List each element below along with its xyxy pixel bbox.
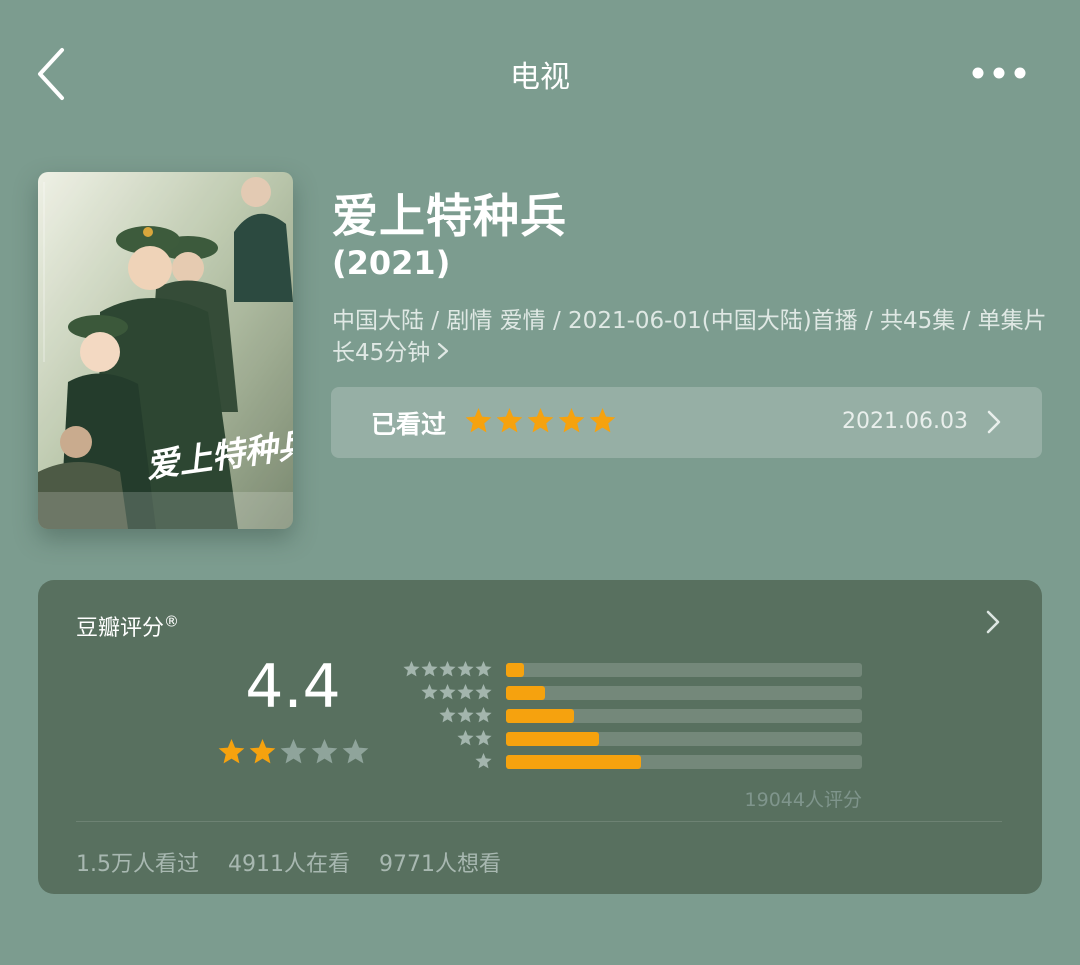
star-filled-icon bbox=[218, 739, 245, 764]
rating-bar-track bbox=[506, 755, 862, 769]
poster-image[interactable]: 爱上特种兵 bbox=[38, 172, 293, 529]
audience-stats: 1.5万人看过 4911人在看 9771人想看 bbox=[76, 846, 523, 878]
douban-score-stars bbox=[218, 738, 369, 769]
star-empty-icon bbox=[475, 661, 492, 677]
more-horizontal-icon bbox=[972, 67, 1026, 79]
rating-count: 19044人评分 bbox=[744, 789, 862, 811]
rating-bar-fill bbox=[506, 663, 524, 677]
star-empty-icon bbox=[475, 707, 492, 723]
star-empty-icon bbox=[457, 730, 474, 746]
rating-bar-stars bbox=[402, 752, 492, 773]
more-button[interactable] bbox=[962, 56, 1036, 90]
star-empty-icon bbox=[421, 661, 438, 677]
rating-bar-fill bbox=[506, 709, 574, 723]
registered-mark: ® bbox=[164, 612, 180, 631]
rating-bar-track bbox=[506, 663, 862, 677]
rating-bar-stars bbox=[402, 683, 492, 704]
rating-bar-row-5-star bbox=[402, 660, 862, 678]
star-filled-icon bbox=[558, 408, 585, 433]
wish-count: 9771人想看 bbox=[379, 852, 501, 877]
show-year: (2021) bbox=[332, 244, 451, 282]
star-empty-icon bbox=[457, 707, 474, 723]
douban-score: 4.4 bbox=[245, 652, 341, 722]
rating-bar-row-1-star bbox=[402, 752, 862, 770]
rating-bar-fill bbox=[506, 732, 599, 746]
rating-bar-track bbox=[506, 709, 862, 723]
show-title: 爱上特种兵 bbox=[332, 189, 567, 243]
rating-bar-fill bbox=[506, 686, 545, 700]
star-filled-icon bbox=[465, 408, 492, 433]
star-empty-icon bbox=[475, 753, 492, 769]
star-empty-icon bbox=[421, 684, 438, 700]
my-rating-stars bbox=[465, 407, 616, 437]
star-empty-icon bbox=[475, 730, 492, 746]
top-bar: 电视 bbox=[0, 0, 1080, 150]
douban-rating-label: 豆瓣评分 bbox=[76, 616, 165, 641]
watching-count: 4911人在看 bbox=[228, 852, 350, 877]
star-filled-icon bbox=[249, 739, 276, 764]
star-empty-icon bbox=[403, 661, 420, 677]
star-empty-icon bbox=[475, 684, 492, 700]
watched-count: 1.5万人看过 bbox=[76, 852, 199, 877]
star-empty-icon bbox=[342, 739, 369, 764]
watched-label: 已看过 bbox=[371, 410, 447, 439]
star-filled-icon bbox=[496, 408, 523, 433]
rating-bar-row-4-star bbox=[402, 683, 862, 701]
chevron-right-icon bbox=[986, 610, 1000, 634]
star-filled-icon bbox=[589, 408, 616, 433]
watched-date: 2021.06.03 bbox=[842, 409, 968, 434]
douban-rating-header: 豆瓣评分® bbox=[76, 610, 179, 642]
star-empty-icon bbox=[311, 739, 338, 764]
show-meta-info[interactable]: 中国大陆 / 剧情 爱情 / 2021-06-01(中国大陆)首播 / 共45集… bbox=[332, 305, 1047, 370]
star-empty-icon bbox=[457, 684, 474, 700]
douban-rating-detail-button[interactable] bbox=[984, 608, 1002, 640]
rating-bar-track bbox=[506, 732, 862, 746]
rating-bar-row-2-star bbox=[402, 729, 862, 747]
chevron-right-icon bbox=[436, 338, 450, 370]
rating-bar-fill bbox=[506, 755, 641, 769]
star-empty-icon bbox=[439, 661, 456, 677]
divider bbox=[76, 821, 1002, 822]
rating-bar-stars bbox=[402, 729, 492, 750]
star-empty-icon bbox=[439, 707, 456, 723]
rating-bar-track bbox=[506, 686, 862, 700]
star-filled-icon bbox=[527, 408, 554, 433]
chevron-right-icon bbox=[986, 409, 1002, 439]
douban-rating-card: 豆瓣评分® 4.4 19044人评分 1.5万人看过 4911人在看 9771人… bbox=[38, 580, 1042, 894]
my-rating-card[interactable]: 已看过 2021.06.03 bbox=[331, 387, 1042, 458]
star-empty-icon bbox=[439, 684, 456, 700]
page-title: 电视 bbox=[510, 60, 570, 95]
rating-bar-stars bbox=[402, 660, 492, 681]
rating-bar-stars bbox=[402, 706, 492, 727]
rating-bar-row-3-star bbox=[402, 706, 862, 724]
star-empty-icon bbox=[280, 739, 307, 764]
star-empty-icon bbox=[457, 661, 474, 677]
